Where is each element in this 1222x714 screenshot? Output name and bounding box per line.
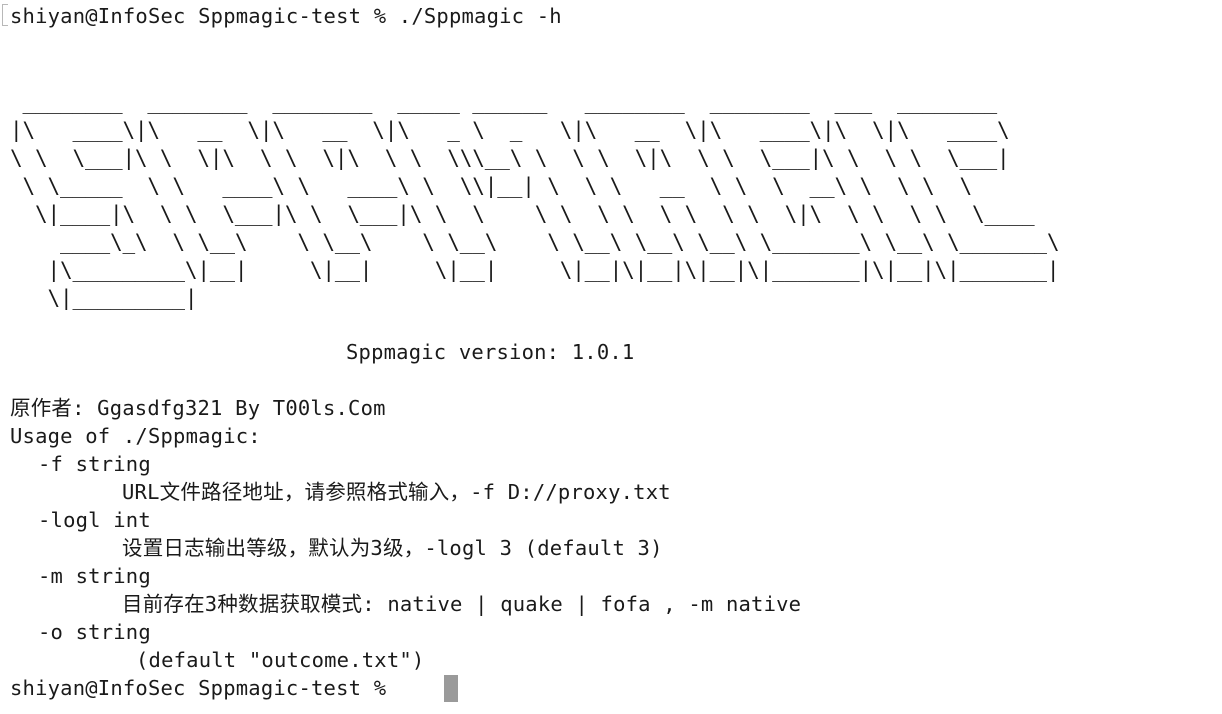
option-flag-o: -o string xyxy=(38,620,151,644)
option-flag-f: -f string xyxy=(38,452,151,476)
option-flag-m: -m string xyxy=(38,564,151,588)
version-line: Sppmagic version: 1.0.1 xyxy=(346,340,635,364)
line-marker xyxy=(2,4,8,26)
option-description-m: 目前存在3种数据获取模式: native | quake | fofa , -m… xyxy=(122,592,802,616)
ascii-banner: ________ ________ ________ _____ ______ … xyxy=(10,90,1060,310)
option-description-logl: 设置日志输出等级，默认为3级，-logl 3 (default 3) xyxy=(122,536,663,560)
text-cursor xyxy=(444,675,458,702)
terminal-window[interactable]: shiyan@InfoSec Sppmagic-test % ./Sppmagi… xyxy=(0,0,1222,714)
usage-line: Usage of ./Sppmagic: xyxy=(10,424,261,448)
prompt-line[interactable]: shiyan@InfoSec Sppmagic-test % xyxy=(10,674,399,702)
option-description-f: URL文件路径地址，请参照格式输入，-f D://proxy.txt xyxy=(122,480,671,504)
option-flag-logl: -logl int xyxy=(38,508,151,532)
author-line: 原作者: Ggasdfg321 By T00ls.Com xyxy=(10,396,386,420)
command-line: shiyan@InfoSec Sppmagic-test % ./Sppmagi… xyxy=(10,4,562,28)
option-description-o: (default "outcome.txt") xyxy=(136,648,425,672)
